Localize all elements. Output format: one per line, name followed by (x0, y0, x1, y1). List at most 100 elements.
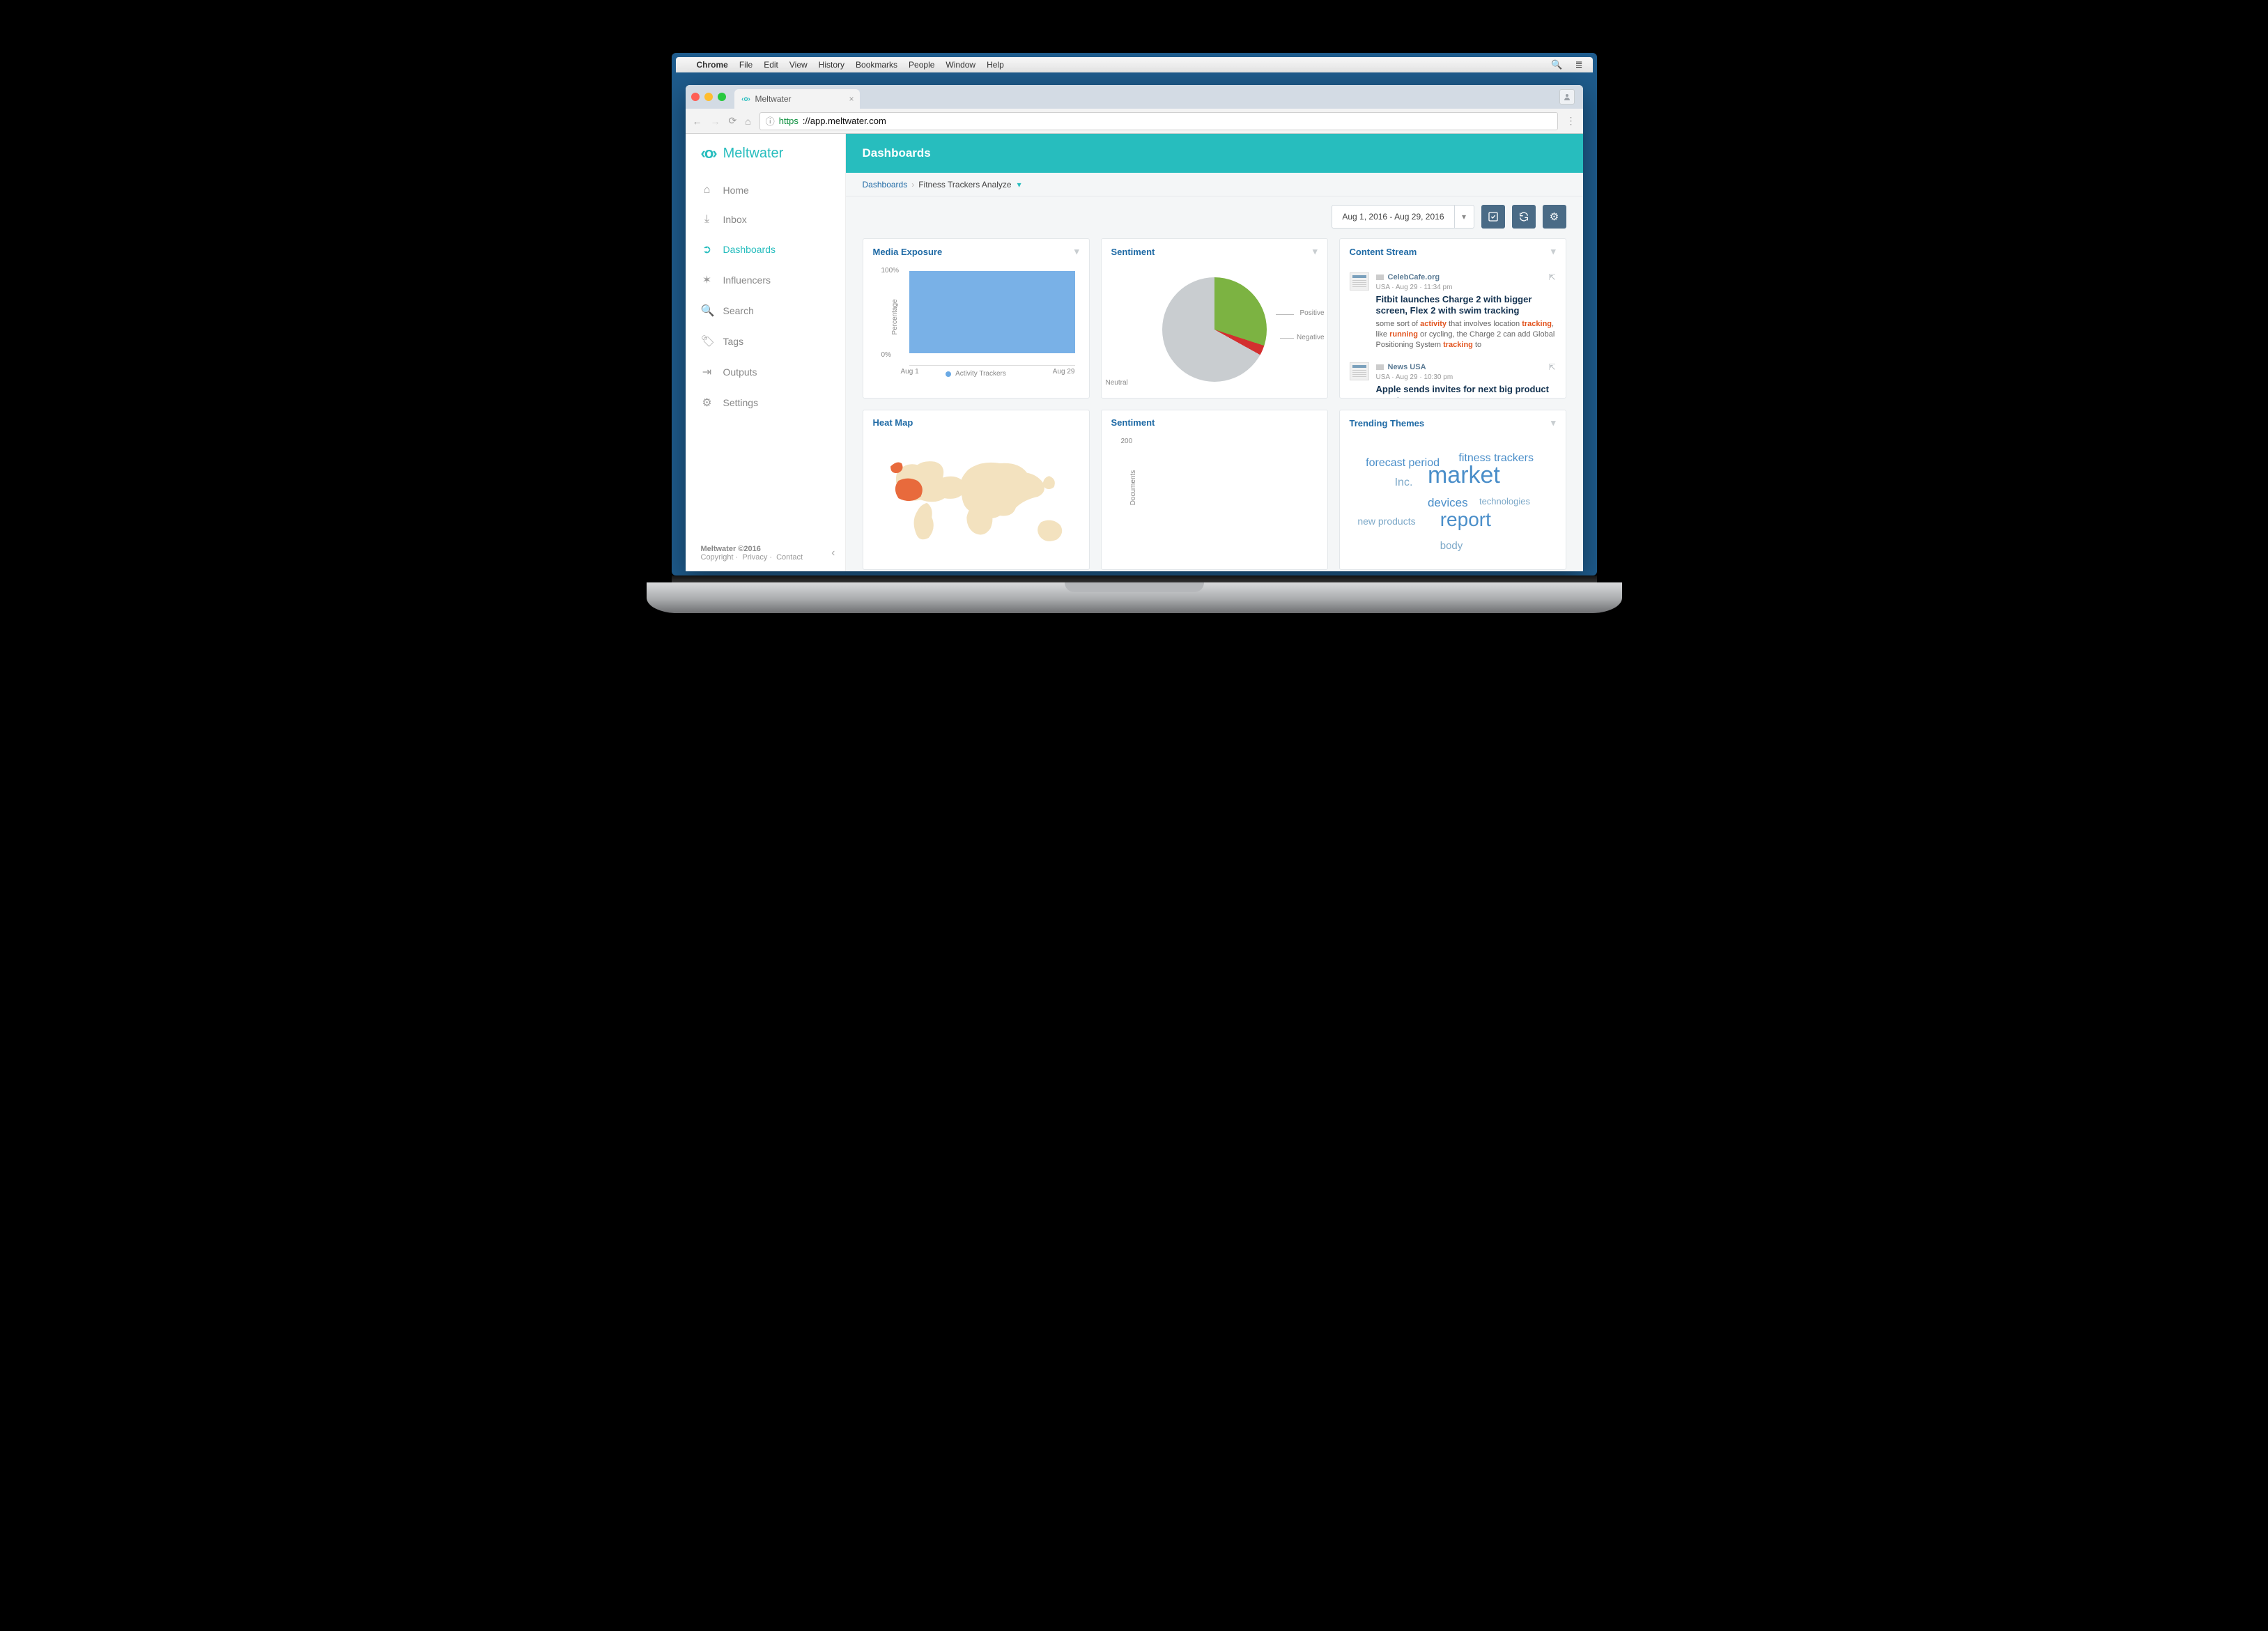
wordcloud-word[interactable]: Inc. (1395, 477, 1413, 489)
date-range-chevron-icon[interactable]: ▾ (1454, 206, 1474, 228)
zoom-window-icon[interactable] (718, 93, 726, 101)
footer-link-privacy[interactable]: Privacy (742, 553, 767, 562)
menubar-window[interactable]: Window (946, 60, 975, 70)
word-cloud: forecast periodfitness trackersInc.marke… (1350, 440, 1556, 562)
open-external-icon[interactable]: ⇱ (1548, 362, 1555, 372)
sidebar-footer: Meltwater ©2016 Copyright· Privacy· Cont… (686, 535, 845, 571)
sidebar-item-home[interactable]: ⌂Home (686, 176, 845, 205)
checklist-button[interactable] (1481, 205, 1505, 229)
date-range-picker[interactable]: Aug 1, 2016 - Aug 29, 2016 ▾ (1332, 205, 1474, 229)
refresh-button[interactable] (1512, 205, 1536, 229)
close-window-icon[interactable] (691, 93, 700, 101)
brand-name: Meltwater (723, 146, 784, 162)
network-icon: ✶ (701, 273, 713, 287)
gear-icon: ⚙ (701, 396, 713, 410)
minimize-window-icon[interactable] (704, 93, 713, 101)
sidebar-item-settings[interactable]: ⚙Settings (686, 387, 845, 418)
forward-button-icon[interactable]: → (711, 116, 720, 127)
spotlight-icon[interactable]: 🔍 (1551, 59, 1562, 70)
inbox-icon: ⤓ (701, 213, 713, 226)
open-external-icon[interactable]: ⇱ (1548, 272, 1555, 282)
footer-link-contact[interactable]: Contact (776, 553, 803, 562)
menubar-people[interactable]: People (909, 60, 934, 70)
wordcloud-word[interactable]: report (1440, 509, 1491, 531)
sidebar-nav: ⌂Home ⤓Inbox ➲Dashboards ✶ Influencers 🔍S… (686, 176, 845, 418)
gauge-icon: ➲ (701, 242, 713, 256)
tab-favicon-icon: ‹o› (741, 94, 751, 104)
chrome-menu-icon[interactable]: ⋮ (1566, 115, 1576, 127)
page-header: Dashboards (846, 134, 1583, 173)
wordcloud-word[interactable]: market (1428, 462, 1500, 489)
screen-bezel: Chrome File Edit View History Bookmarks … (647, 28, 1622, 582)
y-tick: 200 (1121, 438, 1133, 445)
dashboard-grid: Media Exposure▾ Percentage 100% 0% (846, 237, 1583, 571)
card-sentiment-bars: Sentiment Documents 200 (1101, 410, 1328, 570)
source-name: News USA (1388, 363, 1426, 371)
tab-title: Meltwater (755, 94, 792, 104)
card-title: Media Exposure (873, 247, 943, 257)
close-tab-icon[interactable]: × (849, 94, 854, 104)
card-sentiment-pie: Sentiment▾ Positive Negative Neutral (1101, 238, 1328, 399)
area-series (909, 271, 1075, 353)
y-axis-label: Percentage (891, 299, 899, 334)
card-content-stream: Content Stream▾ CelebCafe.org (1339, 238, 1566, 399)
breadcrumb-dropdown-icon[interactable]: ▾ (1017, 180, 1021, 190)
address-bar[interactable]: ⓘ https ://app.meltwater.com (759, 112, 1558, 130)
filter-icon[interactable]: ▾ (1313, 246, 1318, 257)
menubar-bookmarks[interactable]: Bookmarks (856, 60, 897, 70)
wordcloud-word[interactable]: technologies (1479, 496, 1530, 507)
chrome-tabbar: ‹o› Meltwater × (686, 85, 1583, 109)
stream-item[interactable]: CelebCafe.org ⇱ USA · Aug 29 · 11:34 pm … (1350, 268, 1556, 358)
sidebar-item-influencers[interactable]: ✶ Influencers (686, 265, 845, 295)
sidebar-item-search[interactable]: 🔍Search (686, 295, 845, 326)
brand-logo[interactable]: ‹o› Meltwater (686, 134, 845, 173)
y-tick: 0% (881, 351, 891, 359)
home-button-icon[interactable]: ⌂ (745, 116, 750, 127)
sentiment-bar-chart: Documents 200 (1139, 439, 1313, 536)
card-media-exposure: Media Exposure▾ Percentage 100% 0% (863, 238, 1090, 399)
macos-menubar: Chrome File Edit View History Bookmarks … (676, 57, 1593, 72)
laptop-base (647, 582, 1622, 613)
sidebar-item-dashboards[interactable]: ➲Dashboards (686, 234, 845, 265)
footer-copyright: Meltwater ©2016 (701, 545, 830, 553)
sidebar-item-inbox[interactable]: ⤓Inbox (686, 205, 845, 234)
x-tick: Aug 29 (1053, 368, 1075, 376)
menubar-edit[interactable]: Edit (764, 60, 778, 70)
chrome-profile-button[interactable] (1559, 89, 1575, 105)
back-button-icon[interactable]: ← (693, 116, 702, 127)
settings-button[interactable]: ⚙ (1543, 205, 1566, 229)
sidebar-item-label: Influencers (723, 275, 771, 286)
chrome-window: ‹o› Meltwater × ← → ⟳ ⌂ (686, 85, 1583, 571)
footer-link-copyright[interactable]: Copyright (701, 553, 734, 562)
laptop-frame: Chrome File Edit View History Bookmarks … (647, 28, 1622, 613)
collapse-sidebar-icon[interactable]: ‹ (831, 547, 835, 559)
sidebar-item-tags[interactable]: 🏷Tags (686, 326, 845, 357)
menubar-history[interactable]: History (819, 60, 844, 70)
wordcloud-word[interactable]: new products (1357, 516, 1415, 527)
site-info-icon[interactable]: ⓘ (766, 114, 775, 127)
filter-icon[interactable]: ▾ (1074, 246, 1079, 257)
window-traffic-lights[interactable] (691, 93, 726, 101)
wordcloud-word[interactable]: body (1440, 540, 1463, 552)
sentiment-pie-chart (1162, 277, 1267, 382)
breadcrumb-root[interactable]: Dashboards (863, 180, 908, 190)
breadcrumb-current[interactable]: Fitness Trackers Analyze (918, 180, 1011, 190)
menu-extras-icon[interactable]: ≣ (1575, 59, 1583, 70)
world-heatmap (873, 439, 1079, 562)
date-range-value: Aug 1, 2016 - Aug 29, 2016 (1332, 212, 1453, 222)
article-thumb-icon (1350, 272, 1369, 291)
filter-icon[interactable]: ▾ (1551, 246, 1556, 257)
card-trending-themes: Trending Themes▾ forecast periodfitness … (1339, 410, 1566, 570)
page-title: Dashboards (863, 146, 931, 160)
sidebar-item-outputs[interactable]: ⇥Outputs (686, 357, 845, 387)
menubar-help[interactable]: Help (987, 60, 1004, 70)
browser-tab[interactable]: ‹o› Meltwater × (734, 89, 860, 109)
menubar-file[interactable]: File (739, 60, 753, 70)
app-root: ‹o› Meltwater ⌂Home ⤓Inbox ➲Dashboards ✶… (686, 134, 1583, 571)
reload-button-icon[interactable]: ⟳ (729, 115, 737, 127)
menubar-view[interactable]: View (789, 60, 808, 70)
menubar-app[interactable]: Chrome (697, 60, 728, 70)
flag-icon (1376, 364, 1384, 370)
stream-item[interactable]: News USA ⇱ USA · Aug 29 · 10:30 pm Apple… (1350, 358, 1556, 398)
filter-icon[interactable]: ▾ (1551, 417, 1556, 428)
